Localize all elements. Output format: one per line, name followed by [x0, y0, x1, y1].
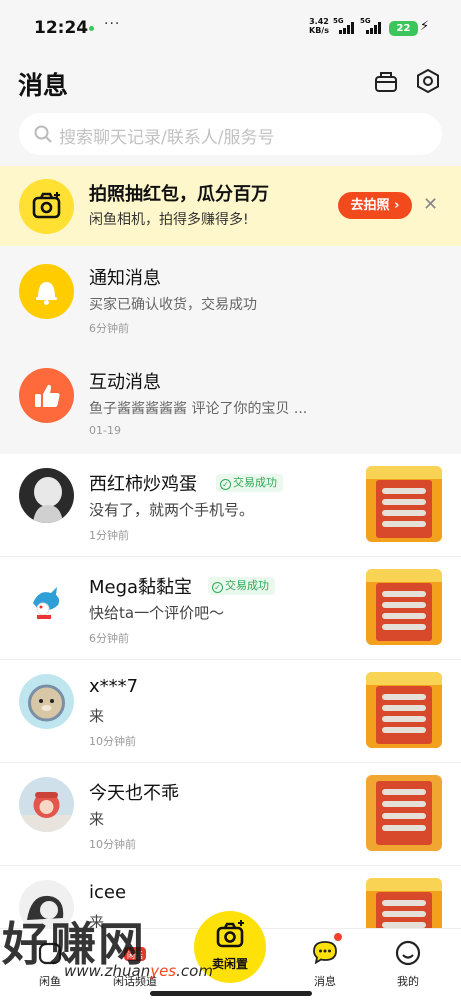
smile-icon — [395, 940, 421, 966]
message-icon — [313, 941, 337, 965]
item-thumbnail — [366, 569, 442, 645]
shop-icon[interactable] — [373, 68, 399, 94]
system-messages: 通知消息 买家已确认收货，交易成功 6分钟前 互动消息 鱼子酱酱酱酱酱 评论了你… — [0, 246, 461, 454]
tab-mine[interactable]: 我的 — [373, 935, 443, 990]
page-title: 消息 — [18, 71, 69, 100]
camera-icon — [19, 179, 74, 234]
chat-name: 今天也不乖 — [89, 783, 179, 804]
header: 消息 搜索聊天记录/联系人/服务号 — [0, 56, 461, 166]
charging-icon: ⚡ — [420, 19, 430, 34]
camera-plus-icon — [216, 920, 244, 948]
watermark-url-suffix: .com — [176, 962, 213, 980]
chat-time: 10分钟前 — [89, 838, 136, 851]
avatar — [19, 674, 74, 729]
status-badge: ✓ 交易成功 — [216, 474, 283, 492]
promo-subtitle: 闲鱼相机，拍得多赚得多! — [89, 212, 249, 228]
status-badge: ✓ 交易成功 — [208, 577, 275, 595]
chat-message: 没有了，就两个手机号。 — [89, 501, 255, 519]
tab-messages[interactable]: 消息 — [290, 935, 360, 990]
notification-time: 6分钟前 — [89, 322, 129, 335]
status-badge-label: 交易成功 — [225, 579, 269, 592]
promo-title: 拍照抽红包，瓜分百万 — [89, 184, 269, 205]
settings-icon[interactable] — [415, 68, 441, 94]
thumbs-up-icon — [19, 368, 74, 423]
notification-messages-row[interactable]: 通知消息 买家已确认收货，交易成功 6分钟前 — [0, 246, 461, 350]
avatar — [19, 777, 74, 832]
promo-banner[interactable]: 拍照抽红包，瓜分百万 闲鱼相机，拍得多赚得多! 去拍照 › ✕ — [0, 166, 461, 246]
chat-row[interactable]: Mega黏黏宝 ✓ 交易成功 快给ta一个评价吧～ 6分钟前 — [0, 557, 461, 660]
chat-row[interactable]: 今天也不乖 来 10分钟前 — [0, 763, 461, 866]
chat-message: 来 — [89, 810, 105, 828]
notification-dot — [89, 26, 94, 31]
status-more-icon: ··· — [104, 16, 121, 32]
take-photo-button[interactable]: 去拍照 › — [338, 192, 412, 219]
signal-icon — [339, 22, 354, 34]
status-bar: 12:24 ··· 3.42 KB/s 5G 5G 22 ⚡ — [0, 0, 461, 56]
chat-time: 10分钟前 — [89, 735, 136, 748]
chat-time: 6分钟前 — [89, 632, 129, 645]
status-time: 12:24 — [34, 18, 89, 38]
notification-title: 通知消息 — [89, 268, 161, 289]
avatar — [19, 571, 74, 626]
chat-row[interactable]: 西红柿炒鸡蛋 ✓ 交易成功 没有了，就两个手机号。 1分钟前 — [0, 454, 461, 557]
tab-mine-label: 我的 — [397, 975, 419, 988]
unread-dot — [332, 931, 344, 943]
tab-messages-label: 消息 — [314, 975, 336, 988]
network-speed-unit: KB/s — [309, 26, 329, 35]
network-speed: 3.42 KB/s — [309, 17, 329, 35]
battery-icon: 22 — [389, 21, 418, 36]
status-badge-label: 交易成功 — [233, 476, 277, 489]
search-icon — [34, 125, 52, 143]
search-input[interactable]: 搜索聊天记录/联系人/服务号 — [19, 113, 442, 155]
home-indicator[interactable] — [150, 991, 312, 996]
interaction-subtitle: 鱼子酱酱酱酱酱 评论了你的宝贝 ... — [89, 401, 308, 417]
item-thumbnail — [366, 466, 442, 542]
chat-name: icee — [89, 882, 127, 903]
chat-name: Mega黏黏宝 — [89, 577, 193, 598]
chat-message: 来 — [89, 707, 105, 725]
chat-name: 西红柿炒鸡蛋 — [89, 474, 197, 495]
close-icon[interactable]: ✕ — [423, 194, 438, 215]
avatar — [19, 468, 74, 523]
chat-name: x***7 — [89, 676, 139, 697]
interaction-title: 互动消息 — [89, 372, 161, 393]
watermark-url: www.zhuanyes.com — [64, 962, 213, 980]
item-thumbnail — [366, 672, 442, 748]
signal-icon-2 — [366, 22, 381, 34]
interaction-messages-row[interactable]: 互动消息 鱼子酱酱酱酱酱 评论了你的宝贝 ... 01-19 — [0, 350, 461, 454]
notification-subtitle: 买家已确认收货，交易成功 — [89, 297, 257, 313]
watermark-url-prefix: www.zhuan — [64, 962, 151, 980]
bell-icon — [19, 264, 74, 319]
interaction-time: 01-19 — [89, 424, 121, 437]
chat-row[interactable]: x***7 来 10分钟前 — [0, 660, 461, 763]
watermark-url-mid: yes — [150, 962, 177, 980]
chat-time: 1分钟前 — [89, 529, 129, 542]
network-speed-value: 3.42 — [309, 17, 329, 26]
search-placeholder: 搜索聊天记录/联系人/服务号 — [59, 128, 275, 148]
chat-message: 快给ta一个评价吧～ — [89, 604, 225, 622]
item-thumbnail — [366, 775, 442, 851]
